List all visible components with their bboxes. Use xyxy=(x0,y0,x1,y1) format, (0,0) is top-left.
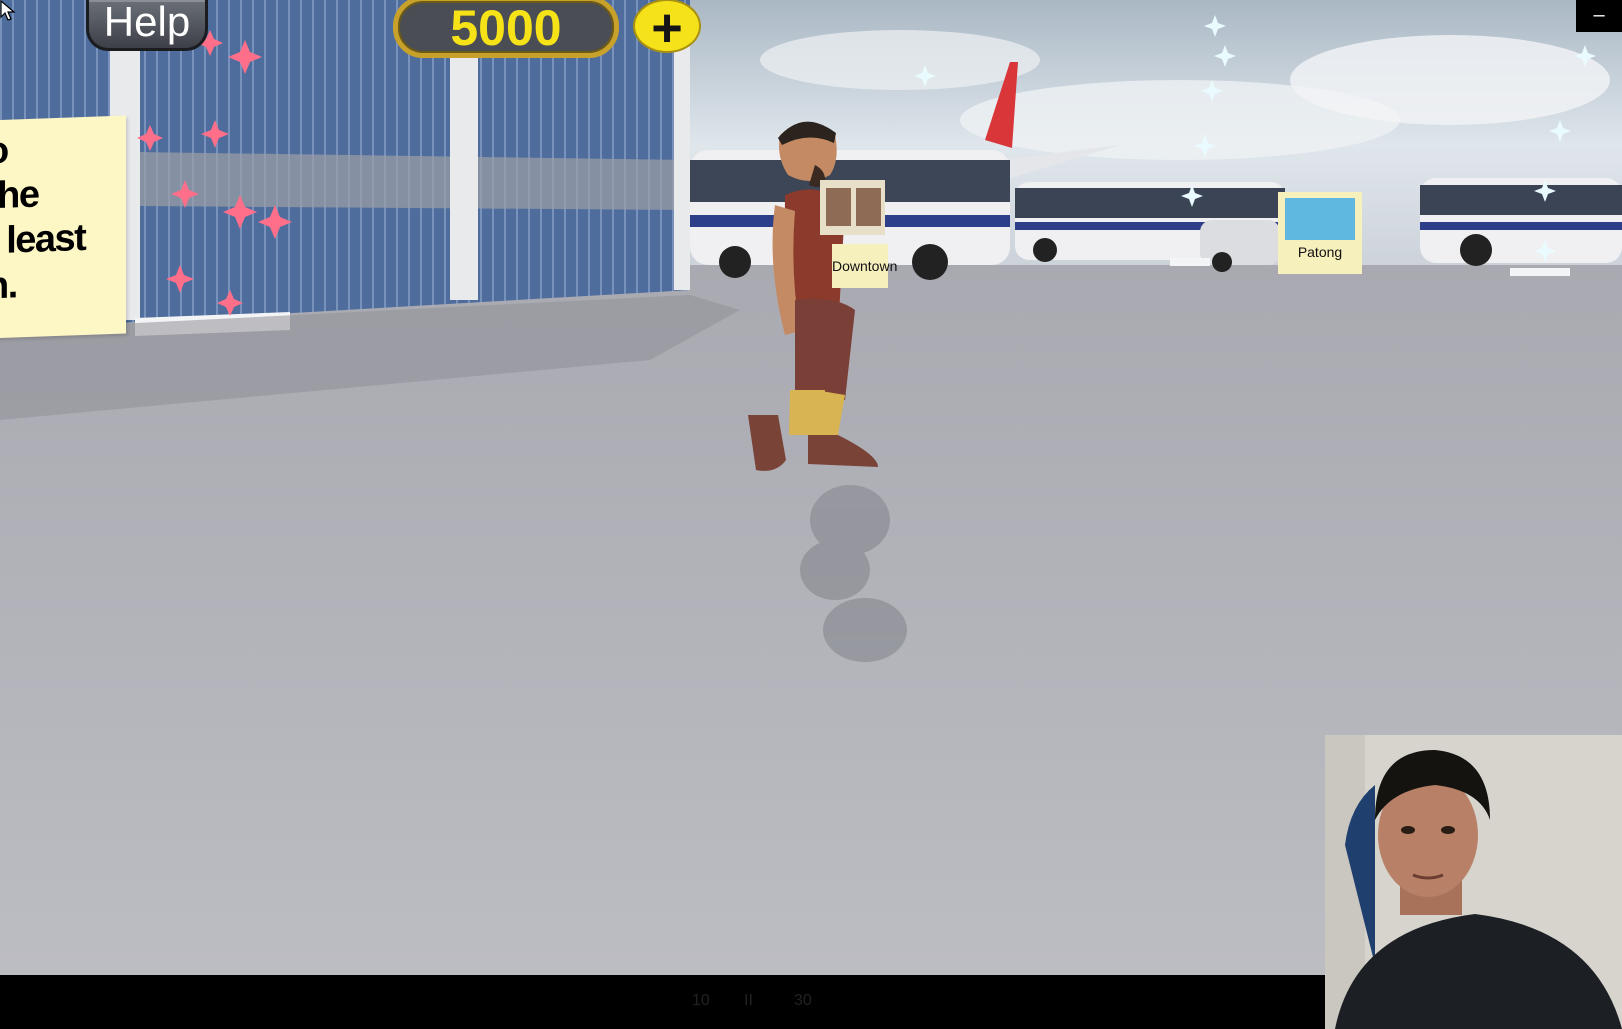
coin-balance-value: 5000 xyxy=(450,0,562,56)
info-board: o the t least n. xyxy=(0,115,126,339)
pause-icon[interactable]: II xyxy=(744,992,753,1010)
add-coins-button[interactable]: + xyxy=(633,0,701,57)
rewind-icon[interactable]: 10 xyxy=(692,992,710,1010)
forward-icon[interactable]: 30 xyxy=(794,992,812,1010)
downtown-sign-label: Downtown xyxy=(832,258,898,274)
info-board-line: the xyxy=(0,173,39,218)
info-board-line: o xyxy=(0,129,8,173)
minimize-icon: – xyxy=(1593,4,1605,26)
downtown-sign[interactable]: Downtown xyxy=(832,244,897,288)
patong-sign[interactable]: Patong xyxy=(1278,192,1362,274)
patong-sign-image xyxy=(1285,198,1355,240)
coin-balance-panel: 5000 xyxy=(393,0,619,58)
webcam-person xyxy=(1325,735,1622,1029)
bus-right xyxy=(1420,178,1622,266)
info-board-line: t least xyxy=(0,216,86,262)
webcam-overlay xyxy=(1325,735,1622,1029)
help-button[interactable]: Help xyxy=(86,0,208,51)
info-board-line: n. xyxy=(0,264,17,308)
plus-icon: + xyxy=(651,0,683,58)
mouse-cursor-icon xyxy=(0,0,16,21)
minimize-button[interactable]: – xyxy=(1576,0,1622,32)
patong-sign-label: Patong xyxy=(1297,244,1343,260)
car-white xyxy=(1200,220,1280,272)
